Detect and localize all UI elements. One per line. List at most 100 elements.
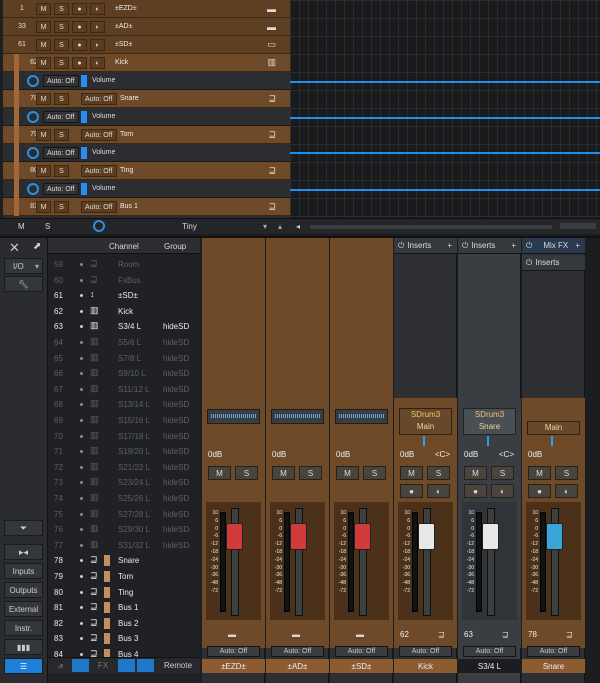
solo-button[interactable]: S bbox=[235, 466, 258, 480]
automation-mode-button[interactable]: Auto: Off bbox=[81, 165, 117, 177]
automation-envelope-row[interactable]: Auto: Off Volume bbox=[3, 180, 290, 198]
channel-list-item[interactable]: 83 ⊒ Bus 3 bbox=[48, 631, 200, 647]
automation-mode-button[interactable]: Auto: Off bbox=[43, 111, 79, 123]
automation-mode-button[interactable]: Auto: Off bbox=[271, 646, 324, 657]
channel-strip[interactable]: ⏻ Mix FX + ⏻ Inserts Main 0dB M S ● ◐ 10 6 0 -6 -12 -18-… bbox=[522, 238, 585, 683]
channel-list-item[interactable]: 68 ▥ S13/14 L hideSD bbox=[48, 397, 200, 413]
visibility-dot[interactable] bbox=[80, 403, 83, 407]
channel-strip[interactable]: ⏻ Inserts + SDrum3 Main 0dB <C> M S ● ◐ 10 6 0 -6 -12 -1… bbox=[394, 238, 457, 683]
channel-list-item[interactable]: 80 ⊒ Ting bbox=[48, 585, 200, 601]
record-arm-icon[interactable]: ● bbox=[72, 39, 87, 51]
track-row[interactable]: 61 M S ● ◐ ±SD± ▭ bbox=[3, 36, 290, 54]
bus-filter-icon[interactable] bbox=[137, 659, 154, 672]
monitor-icon[interactable]: ◐ bbox=[491, 484, 514, 498]
meter-icon[interactable]: ▮▮▮ bbox=[4, 639, 43, 655]
visibility-dot[interactable] bbox=[80, 497, 83, 500]
channel-list-item[interactable]: 73 ▥ S23/24 L hideSD bbox=[48, 475, 200, 491]
volume-fader[interactable] bbox=[418, 523, 435, 550]
output-selector[interactable]: Main bbox=[527, 421, 580, 435]
automation-mode-button[interactable]: Auto: Off bbox=[335, 646, 388, 657]
add-icon[interactable]: + bbox=[447, 241, 452, 250]
visibility-dot[interactable] bbox=[80, 465, 83, 469]
mute-button[interactable]: M bbox=[36, 39, 51, 51]
visibility-dot[interactable] bbox=[80, 356, 83, 360]
channel-list-item[interactable]: 69 ▥ S15/16 L hideSD bbox=[48, 413, 200, 429]
automation-mode-button[interactable]: Auto: Off bbox=[527, 646, 580, 657]
channel-list-item[interactable]: 72 ▥ S21/22 L hideSD bbox=[48, 460, 200, 476]
solo-button[interactable]: S bbox=[54, 129, 69, 141]
instr-button[interactable]: Instr. bbox=[4, 620, 43, 636]
timeline-area[interactable] bbox=[290, 0, 600, 218]
mute-button[interactable]: M bbox=[464, 466, 487, 480]
wrench-icon[interactable]: 🔧︎ bbox=[4, 276, 43, 292]
pan-indicator[interactable] bbox=[487, 436, 489, 446]
mute-button[interactable]: M bbox=[36, 201, 51, 213]
inserts-header[interactable]: ⏻ Inserts + bbox=[394, 238, 457, 254]
visibility-dot[interactable] bbox=[80, 341, 83, 344]
mute-button[interactable]: M bbox=[208, 466, 231, 480]
visibility-dot[interactable] bbox=[80, 325, 83, 329]
volume-fader[interactable] bbox=[354, 523, 371, 550]
record-arm-icon[interactable]: ● bbox=[72, 3, 87, 15]
mute-button[interactable]: M bbox=[272, 466, 295, 480]
automation-mode-button[interactable]: Auto: Off bbox=[399, 646, 452, 657]
inserts-header[interactable]: ⏻ Inserts + bbox=[458, 238, 521, 254]
visibility-dot[interactable] bbox=[80, 294, 83, 298]
horizontal-scrollbar[interactable]: ◂ bbox=[290, 218, 600, 234]
channel-list-item[interactable]: 70 ▥ S17/18 L hideSD bbox=[48, 429, 200, 445]
list-icon[interactable]: ☰ bbox=[4, 658, 43, 674]
monitor-icon[interactable]: ◐ bbox=[90, 21, 105, 33]
channel-strip[interactable]: ⏻ Inserts + SDrum3 Snare 0dB <C> M S ● ◐ 10 6 0 -6 -12-… bbox=[458, 238, 521, 683]
solo-button[interactable]: S bbox=[54, 93, 69, 105]
channel-list-item[interactable]: 82 ⊒ Bus 2 bbox=[48, 616, 200, 632]
mute-button[interactable]: M bbox=[36, 3, 51, 15]
monitor-icon[interactable]: ◐ bbox=[427, 484, 450, 498]
automation-envelope-row[interactable]: Auto: Off Volume bbox=[3, 72, 290, 90]
inserts-header[interactable]: ⏻ Inserts bbox=[522, 255, 585, 271]
add-icon[interactable]: + bbox=[575, 241, 580, 250]
channel-list-item[interactable]: 64 ▥ S5/6 L hideSD bbox=[48, 335, 200, 351]
channel-list-item[interactable]: 65 ▥ S7/8 L hideSD bbox=[48, 351, 200, 367]
channel-list-item[interactable]: 81 ⊒ Bus 1 bbox=[48, 600, 200, 616]
visibility-dot[interactable] bbox=[80, 481, 83, 485]
visibility-dot[interactable] bbox=[80, 419, 83, 422]
track-row[interactable]: 33 M S ● ◐ ±AD± ▬ bbox=[3, 18, 290, 36]
channel-list-item[interactable]: 75 ▥ S27/28 L hideSD bbox=[48, 507, 200, 523]
channel-list-item[interactable]: 67 ▥ S11/12 L hideSD bbox=[48, 382, 200, 398]
visibility-dot[interactable] bbox=[80, 575, 83, 578]
power-icon[interactable] bbox=[27, 183, 39, 195]
power-icon[interactable] bbox=[27, 75, 39, 87]
volume-fader[interactable] bbox=[226, 523, 243, 550]
solo-button[interactable]: S bbox=[363, 466, 386, 480]
visibility-dot[interactable] bbox=[80, 309, 83, 313]
automation-mode-button[interactable]: Auto: Off bbox=[207, 646, 260, 657]
visibility-dot[interactable] bbox=[80, 590, 83, 594]
mute-button[interactable]: M bbox=[36, 129, 51, 141]
channel-list-item[interactable]: 66 ▥ S9/10 L hideSD bbox=[48, 366, 200, 382]
io-button[interactable]: I/O ▾ bbox=[4, 258, 43, 274]
chevron-up-icon[interactable]: ▴ bbox=[278, 222, 282, 231]
channel-label[interactable]: ±AD± bbox=[266, 659, 329, 673]
automation-mode-button[interactable]: Auto: Off bbox=[43, 147, 79, 159]
track-row[interactable]: 79 M S Auto: Off Tom ⊒ bbox=[3, 126, 290, 144]
solo-button[interactable]: S bbox=[555, 466, 578, 480]
track-row[interactable]: 80 M S Auto: Off Ting ⊒ bbox=[3, 162, 290, 180]
automation-envelope-row[interactable]: Auto: Off Volume bbox=[3, 108, 290, 126]
mix-fx-label[interactable]: Mix FX bbox=[543, 241, 568, 250]
visibility-dot[interactable] bbox=[80, 528, 83, 532]
pan-readout[interactable]: <C> bbox=[435, 450, 450, 459]
automation-mode-button[interactable]: Auto: Off bbox=[463, 646, 516, 657]
channel-list-item[interactable]: 60 ⊒ FxBus bbox=[48, 273, 200, 289]
channel-list-item[interactable]: 61 ↕ ±SD± bbox=[48, 288, 200, 304]
monitor-icon[interactable]: ◐ bbox=[555, 484, 578, 498]
channel-label[interactable]: ±SD± bbox=[330, 659, 393, 673]
mute-button[interactable]: M bbox=[36, 57, 51, 69]
automation-mode-button[interactable]: Auto: Off bbox=[81, 201, 117, 213]
channel-list-item[interactable]: 76 ▥ S29/30 L hideSD bbox=[48, 522, 200, 538]
channel-list-item[interactable]: 77 ▥ S31/32 L hideSD bbox=[48, 538, 200, 554]
record-arm-icon[interactable]: ● bbox=[72, 57, 87, 69]
group-column-header[interactable]: Group bbox=[164, 242, 186, 251]
mute-button[interactable]: M bbox=[36, 165, 51, 177]
solo-all-button[interactable]: S bbox=[45, 222, 50, 231]
pan-readout[interactable]: <C> bbox=[499, 450, 514, 459]
